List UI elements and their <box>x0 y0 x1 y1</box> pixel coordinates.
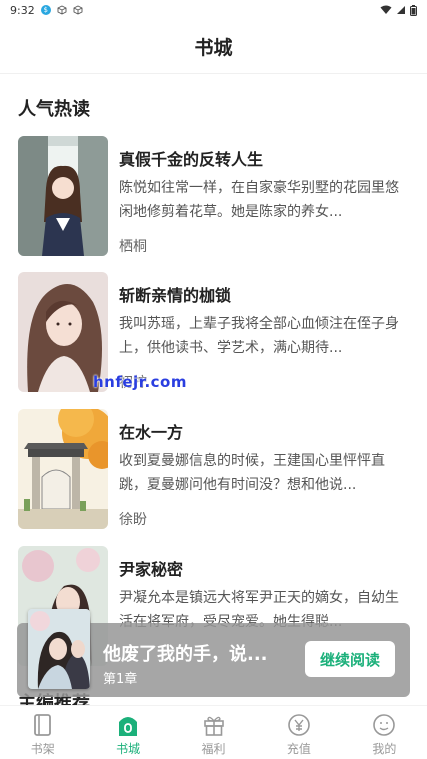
nav-item-recharge[interactable]: 充值 <box>256 706 341 759</box>
section-title-popular: 人气热读 <box>18 99 90 120</box>
book-cover-1[interactable] <box>18 136 108 256</box>
book-item-1[interactable]: 真假千金的反转人生 陈悦如往常一样，在自家豪华别墅的花园里悠闲地修剪着花草。她是… <box>18 136 410 256</box>
nav-label: 福利 <box>201 742 226 756</box>
nav-item-welfare[interactable]: 福利 <box>171 706 256 759</box>
watermark-text: hnfejr.com <box>93 373 187 391</box>
notification-icon: $ <box>40 5 51 15</box>
nav-label: 书架 <box>30 742 55 756</box>
continue-book-cover[interactable] <box>28 609 90 689</box>
book-author: 栖桐 <box>119 239 147 255</box>
cube-outline-icon <box>73 5 83 15</box>
continue-chapter: 第1章 <box>103 672 138 687</box>
nav-label: 充值 <box>286 742 311 756</box>
status-bar: 9:32 $ <box>0 0 427 20</box>
app-header: 书城 <box>0 20 427 74</box>
signal-icon <box>397 6 405 14</box>
nav-label: 我的 <box>372 742 397 756</box>
bookstore-icon <box>119 717 138 736</box>
nav-item-profile[interactable]: 我的 <box>342 706 427 759</box>
book-cover-3[interactable] <box>18 409 108 529</box>
status-time: 9:32 <box>10 3 35 17</box>
continue-book-title[interactable]: 他废了我的手，说... <box>103 640 268 666</box>
nav-item-bookstore[interactable]: 书城 <box>85 706 170 759</box>
yen-icon <box>288 714 310 736</box>
bookshelf-icon <box>33 714 51 736</box>
book-desc: 我叫苏瑶，上辈子我将全部心血倾注在侄子身上，供他读书、学艺术，满心期待... <box>119 316 399 356</box>
page-title: 书城 <box>194 37 233 59</box>
book-desc: 收到夏曼娜信息的时候，王建国心里怦怦直跳，夏曼娜问他有时间没？想和他说... <box>119 453 385 493</box>
gift-icon <box>203 716 224 736</box>
book-title[interactable]: 在水一方 <box>119 419 183 443</box>
battery-icon <box>410 4 417 16</box>
book-item-3[interactable]: 在水一方 收到夏曼娜信息的时候，王建国心里怦怦直跳，夏曼娜问他有时间没？想和他说… <box>18 409 410 529</box>
cube-icon <box>57 5 67 15</box>
book-item-2[interactable]: 斩断亲情的枷锁 我叫苏瑶，上辈子我将全部心血倾注在侄子身上，供他读书、学艺术，满… <box>18 272 410 392</box>
book-desc: 陈悦如往常一样，在自家豪华别墅的花园里悠闲地修剪着花草。她是陈家的养女... <box>119 180 399 220</box>
nav-label: 书城 <box>116 742 141 756</box>
wifi-icon <box>380 5 392 14</box>
book-author: 徐盼 <box>119 512 147 528</box>
book-title[interactable]: 真假千金的反转人生 <box>119 146 263 170</box>
profile-icon <box>373 714 396 736</box>
continue-reading-button[interactable]: 继续阅读 <box>305 641 395 677</box>
book-title[interactable]: 斩断亲情的枷锁 <box>119 282 231 306</box>
continue-reading-bar[interactable]: 他废了我的手，说... 第1章 继续阅读 <box>17 609 410 697</box>
book-title[interactable]: 尹家秘密 <box>119 556 183 580</box>
nav-item-bookshelf[interactable]: 书架 <box>0 706 85 759</box>
bottom-nav: 书架 书城 福利 充值 我的 <box>0 705 427 759</box>
